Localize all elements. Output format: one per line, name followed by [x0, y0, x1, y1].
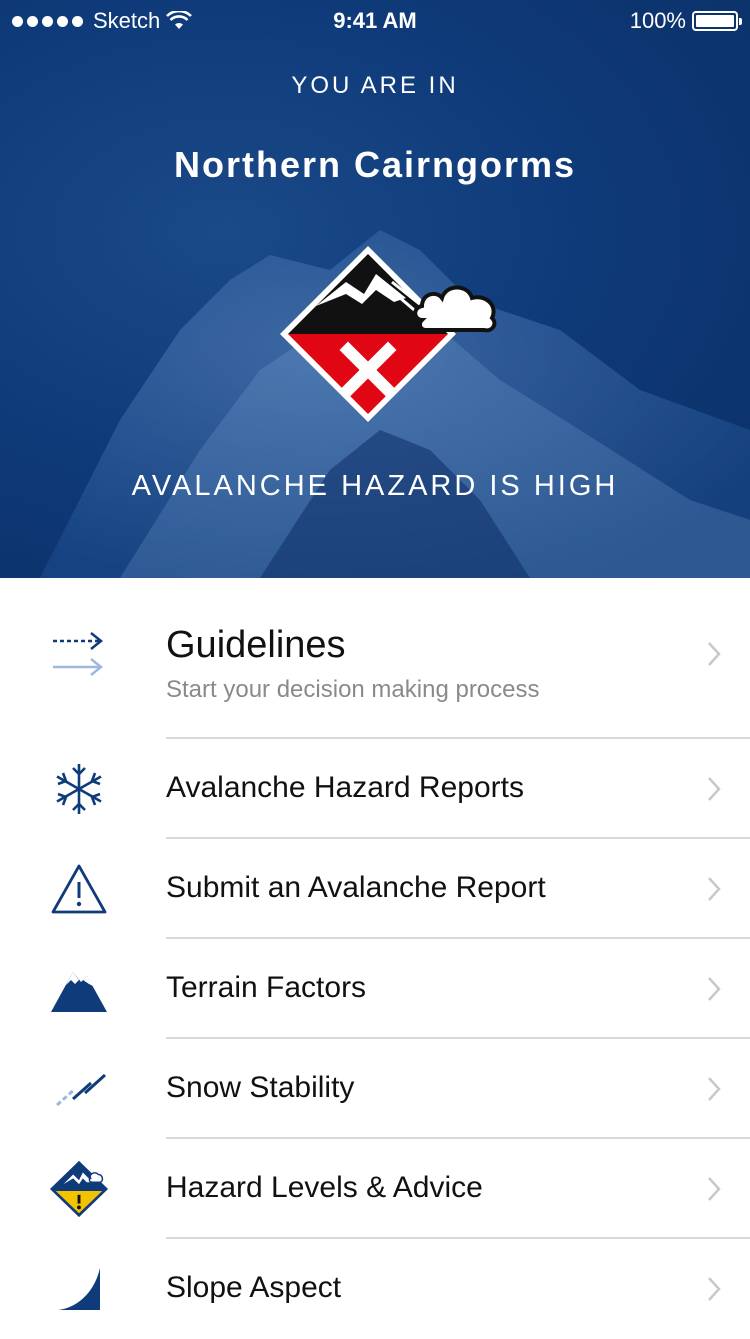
- hazard-diamond-icon: [48, 1158, 110, 1220]
- chevron-right-icon: [708, 1177, 721, 1201]
- menu-item-subtitle: Start your decision making process: [166, 676, 540, 703]
- warning-icon: [48, 858, 110, 920]
- menu-item-submit-avalanche-report[interactable]: Submit an Avalanche Report: [0, 839, 750, 939]
- chevron-right-icon: [708, 1277, 721, 1301]
- menu-item-label: Guidelines: [166, 624, 346, 666]
- slope-curve-icon: [48, 1258, 110, 1320]
- menu-item-avalanche-hazard-reports[interactable]: Avalanche Hazard Reports: [0, 739, 750, 839]
- arrows-icon: [48, 624, 110, 686]
- hazard-level-text: AVALANCHE HAZARD IS HIGH: [131, 470, 619, 502]
- location-eyebrow: YOU ARE IN: [291, 72, 459, 99]
- snowflake-icon: [48, 758, 110, 820]
- menu-item-guidelines[interactable]: Guidelines Start your decision making pr…: [0, 578, 750, 739]
- slope-lines-icon: [48, 1058, 110, 1120]
- mountain-icon: [48, 958, 110, 1020]
- menu-item-slope-aspect[interactable]: Slope Aspect: [0, 1239, 750, 1339]
- menu-item-label: Submit an Avalanche Report: [166, 871, 546, 904]
- menu-item-label: Avalanche Hazard Reports: [166, 771, 524, 804]
- chevron-right-icon: [708, 777, 721, 801]
- menu-item-terrain-factors[interactable]: Terrain Factors: [0, 939, 750, 1039]
- chevron-right-icon: [708, 977, 721, 1001]
- menu-item-snow-stability[interactable]: Snow Stability: [0, 1039, 750, 1139]
- hazard-high-logo: [280, 246, 497, 422]
- region-name[interactable]: Northern Cairngorms: [0, 144, 750, 186]
- chevron-right-icon: [708, 642, 721, 666]
- menu-item-label: Slope Aspect: [166, 1271, 342, 1304]
- menu-item-label: Hazard Levels & Advice: [166, 1171, 483, 1204]
- chevron-right-icon: [708, 1077, 721, 1101]
- status-bar: Sketch 9:41 AM 100%: [0, 0, 750, 40]
- main-menu: Guidelines Start your decision making pr…: [0, 578, 750, 1339]
- battery-icon: [692, 11, 742, 31]
- menu-item-hazard-levels-advice[interactable]: Hazard Levels & Advice: [0, 1139, 750, 1239]
- menu-item-label: Terrain Factors: [166, 971, 367, 1004]
- hero-banner: Sketch 9:41 AM 100% YOU ARE IN Northern …: [0, 0, 750, 578]
- menu-item-label: Snow Stability: [166, 1071, 355, 1104]
- chevron-right-icon: [708, 877, 721, 901]
- battery-percent: 100%: [629, 8, 686, 33]
